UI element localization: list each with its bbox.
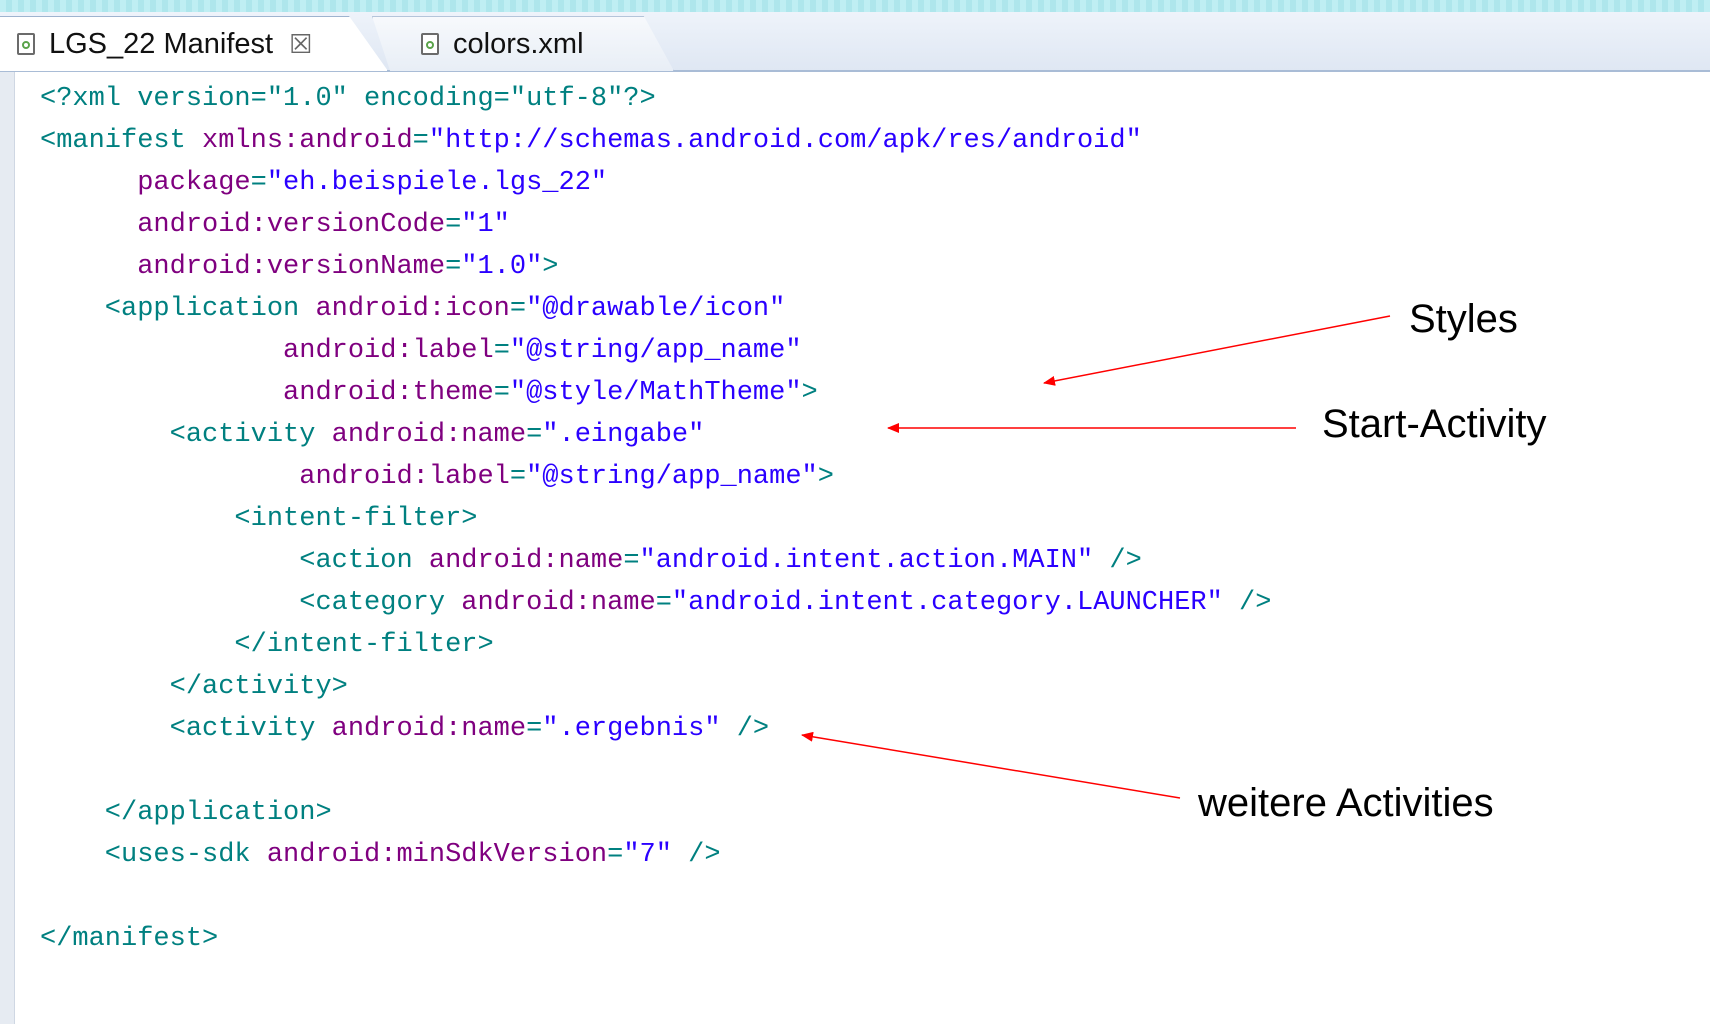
arrow-styles	[1043, 315, 1391, 386]
annotation-arrows	[801, 315, 1391, 799]
arrow-weitere	[801, 731, 1181, 799]
